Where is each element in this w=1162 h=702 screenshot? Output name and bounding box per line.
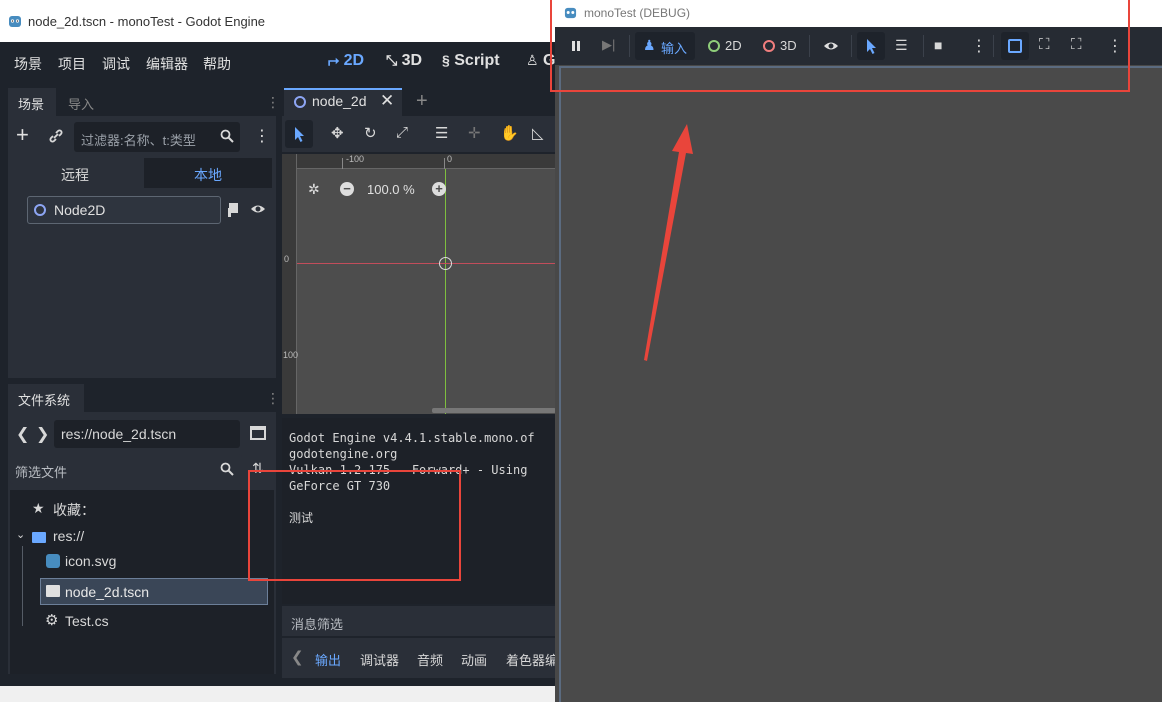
annotation-arrow-icon bbox=[644, 124, 693, 361]
